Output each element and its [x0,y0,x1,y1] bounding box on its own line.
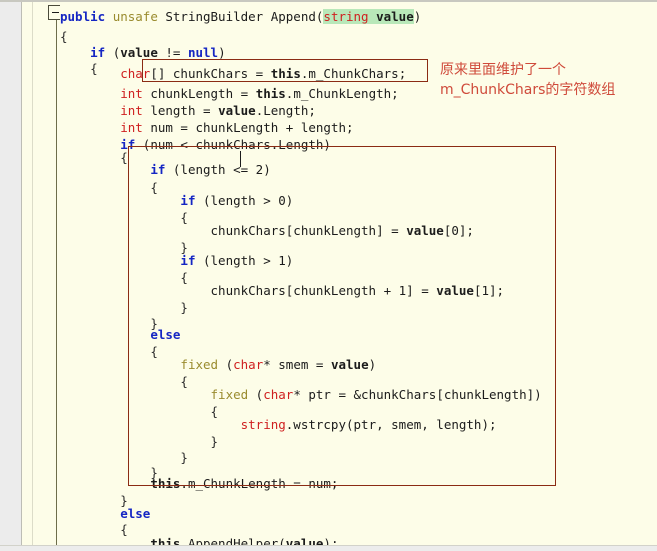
editor-bottom-edge [0,545,657,551]
annotation-line-2: m_ChunkChars的字符数组 [440,82,616,98]
text-caret [240,151,241,167]
handwritten-annotation: 原来里面维护了一个 m_ChunkChars的字符数组 [440,60,650,100]
code-line[interactable]: public unsafe StringBuilder Append(strin… [60,7,421,28]
code-editor-pane[interactable]: public unsafe StringBuilder Append(strin… [0,0,657,551]
outlining-guide-line [56,20,57,551]
breakpoint-margin[interactable] [0,2,22,551]
code-line[interactable]: char[] chunkChars = this.m_ChunkChars; [60,64,406,85]
annotation-line-1: 原来里面维护了一个 [440,62,566,78]
indicator-margin[interactable] [23,2,33,551]
